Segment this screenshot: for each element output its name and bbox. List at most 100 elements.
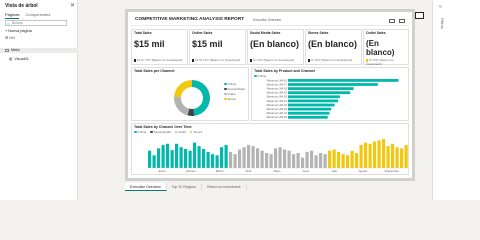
product-bar-panel[interactable]: Total Sales by Product and Channel Onlin… bbox=[251, 67, 409, 121]
trend-bar-stores[interactable] bbox=[395, 147, 399, 168]
filter-icon[interactable] bbox=[389, 19, 395, 23]
trend-bar-online[interactable] bbox=[175, 143, 179, 168]
close-icon[interactable]: ✕ bbox=[70, 2, 75, 9]
trend-bar-online[interactable] bbox=[161, 144, 165, 168]
hbar-bar[interactable] bbox=[288, 115, 328, 119]
donut-panel[interactable]: Total Sales per Channel Online Social Me… bbox=[131, 67, 249, 121]
tab-return-on-investment[interactable]: Return on Investment bbox=[202, 183, 247, 191]
expand-icon[interactable]: « bbox=[439, 4, 442, 10]
comment-icon[interactable] bbox=[415, 12, 424, 19]
trend-bar-online[interactable] bbox=[157, 148, 161, 168]
filters-side-panel[interactable]: « Filtros bbox=[432, 0, 480, 200]
trend-bar-stores[interactable] bbox=[346, 155, 350, 168]
trend-bar-online[interactable] bbox=[166, 143, 170, 168]
add-label[interactable]: ⊞ Nel bbox=[5, 35, 15, 40]
trend-bar-outlet[interactable] bbox=[247, 144, 251, 168]
kpi-card-online-sales[interactable]: Online Sales $15 mil 12 % YOY (Return on… bbox=[189, 29, 246, 65]
trend-bar-outlet[interactable] bbox=[265, 153, 269, 168]
trend-bar-outlet[interactable] bbox=[278, 147, 282, 168]
trend-bar-stores[interactable] bbox=[386, 146, 390, 168]
trend-bar-outlet[interactable] bbox=[287, 150, 291, 168]
donut-slice-stores[interactable] bbox=[174, 80, 192, 98]
tree-row-visual[interactable]: ▥ Visual01 bbox=[9, 57, 29, 61]
trend-bar-outlet[interactable] bbox=[314, 155, 318, 168]
trend-bar-online[interactable] bbox=[184, 148, 188, 168]
trend-bar-outlet[interactable] bbox=[251, 146, 255, 168]
pane-tabs: Páginas Componentes bbox=[5, 12, 50, 19]
trend-bar-stores[interactable] bbox=[377, 140, 381, 168]
trend-bar-outlet[interactable] bbox=[256, 148, 260, 168]
hbar-bar[interactable] bbox=[288, 83, 378, 86]
tab-pages[interactable]: Páginas bbox=[5, 12, 20, 19]
kpi-card-outlet-sales[interactable]: Outlet Sales (En blanco) % YOY (Return o… bbox=[363, 29, 409, 66]
hbar-bar[interactable] bbox=[288, 91, 351, 95]
trend-bar-stores[interactable] bbox=[341, 154, 345, 168]
trend-bar-online[interactable] bbox=[202, 148, 206, 168]
trend-bar-outlet[interactable] bbox=[238, 149, 242, 168]
trend-bar-outlet[interactable] bbox=[269, 154, 273, 168]
trend-bar-online[interactable] bbox=[211, 154, 215, 168]
trend-chart[interactable]: Enero Febrero Marzo Abril Mayo Junio Julio Agos… bbox=[132, 124, 410, 176]
trend-bar-stores[interactable] bbox=[400, 148, 404, 168]
hbar-bar[interactable] bbox=[288, 95, 340, 99]
trend-bar-stores[interactable] bbox=[391, 143, 395, 168]
trend-bar-online[interactable] bbox=[193, 142, 197, 168]
trend-bar-online[interactable] bbox=[197, 146, 201, 168]
trend-bar-outlet[interactable] bbox=[296, 153, 300, 168]
trend-bar-outlet[interactable] bbox=[292, 154, 296, 168]
trend-bar-stores[interactable] bbox=[332, 149, 336, 168]
trend-bar-online[interactable] bbox=[206, 151, 210, 168]
trend-bar-online[interactable] bbox=[220, 147, 224, 168]
trend-bar-outlet[interactable] bbox=[301, 157, 305, 168]
trend-bar-online[interactable] bbox=[170, 150, 174, 168]
trend-bar-online[interactable] bbox=[188, 150, 192, 168]
trend-bar-outlet[interactable] bbox=[242, 147, 246, 168]
tab-components[interactable]: Componentes bbox=[25, 12, 50, 19]
hbar-bar[interactable] bbox=[288, 111, 330, 115]
trend-bar-outlet[interactable] bbox=[310, 150, 314, 168]
trend-bar-stores[interactable] bbox=[364, 142, 368, 168]
trend-bar-outlet[interactable] bbox=[274, 148, 278, 168]
kpi-card-total-sales[interactable]: Total Sales $15 mil 12 % YOY (Return on … bbox=[131, 29, 188, 65]
indicator-icon bbox=[134, 58, 136, 62]
hbar-bar[interactable] bbox=[288, 79, 399, 82]
more-options-icon[interactable] bbox=[399, 19, 405, 23]
search-input[interactable]: ⌕ Buscar bbox=[5, 20, 67, 26]
product-bar-chart[interactable]: Maximus UM-16Maximus UM-17Maximus UM-18M… bbox=[252, 68, 410, 122]
trend-bar-stores[interactable] bbox=[337, 151, 341, 168]
trend-bar-outlet[interactable] bbox=[233, 154, 237, 168]
donut-slice-outlet[interactable] bbox=[174, 96, 190, 116]
tab-executive-overview[interactable]: Executive Overview bbox=[125, 183, 167, 191]
trend-bar-online[interactable] bbox=[215, 155, 219, 168]
kpi-card-stores-sales[interactable]: Stores Sales (En blanco) % YOY (Return o… bbox=[305, 29, 362, 65]
trend-bar-stores[interactable] bbox=[373, 141, 377, 168]
trend-bar-stores[interactable] bbox=[368, 143, 372, 168]
trend-bar-outlet[interactable] bbox=[229, 151, 233, 168]
trend-bar-stores[interactable] bbox=[359, 144, 363, 168]
trend-panel[interactable]: Total Sales by Channel Over Time Online … bbox=[131, 123, 409, 175]
trend-bar-online[interactable] bbox=[179, 147, 183, 168]
trend-bar-stores[interactable] bbox=[404, 144, 408, 168]
side-panel-label: Filtros bbox=[440, 18, 445, 29]
kpi-card-social-media-sales[interactable]: Social Media Sales (En blanco) % YOY (Re… bbox=[247, 29, 304, 65]
hbar-bar[interactable] bbox=[288, 107, 332, 111]
trend-bar-stores[interactable] bbox=[328, 150, 332, 168]
trend-bar-outlet[interactable] bbox=[260, 150, 264, 168]
tab-top-10-regions[interactable]: Top 10 Regions bbox=[166, 183, 203, 191]
tree-row-meta[interactable]: Meta bbox=[5, 48, 19, 52]
hbar-bar[interactable] bbox=[288, 87, 354, 90]
trend-bar-outlet[interactable] bbox=[305, 151, 309, 168]
hbar-bar[interactable] bbox=[288, 103, 335, 107]
hbar-bar[interactable] bbox=[288, 99, 339, 103]
trend-bar-online[interactable] bbox=[148, 150, 152, 168]
trend-bar-outlet[interactable] bbox=[283, 149, 287, 168]
trend-bar-online[interactable] bbox=[224, 144, 228, 168]
trend-bar-outlet[interactable] bbox=[323, 154, 327, 168]
trend-bar-stores[interactable] bbox=[350, 150, 354, 168]
trend-bar-outlet[interactable] bbox=[319, 153, 323, 168]
trend-bar-online[interactable] bbox=[152, 155, 156, 168]
donut-slice-online[interactable] bbox=[192, 80, 210, 116]
trend-bar-stores[interactable] bbox=[355, 153, 359, 168]
new-page-button[interactable]: + Nueva página bbox=[5, 29, 32, 33]
trend-bar-stores[interactable] bbox=[382, 139, 386, 168]
